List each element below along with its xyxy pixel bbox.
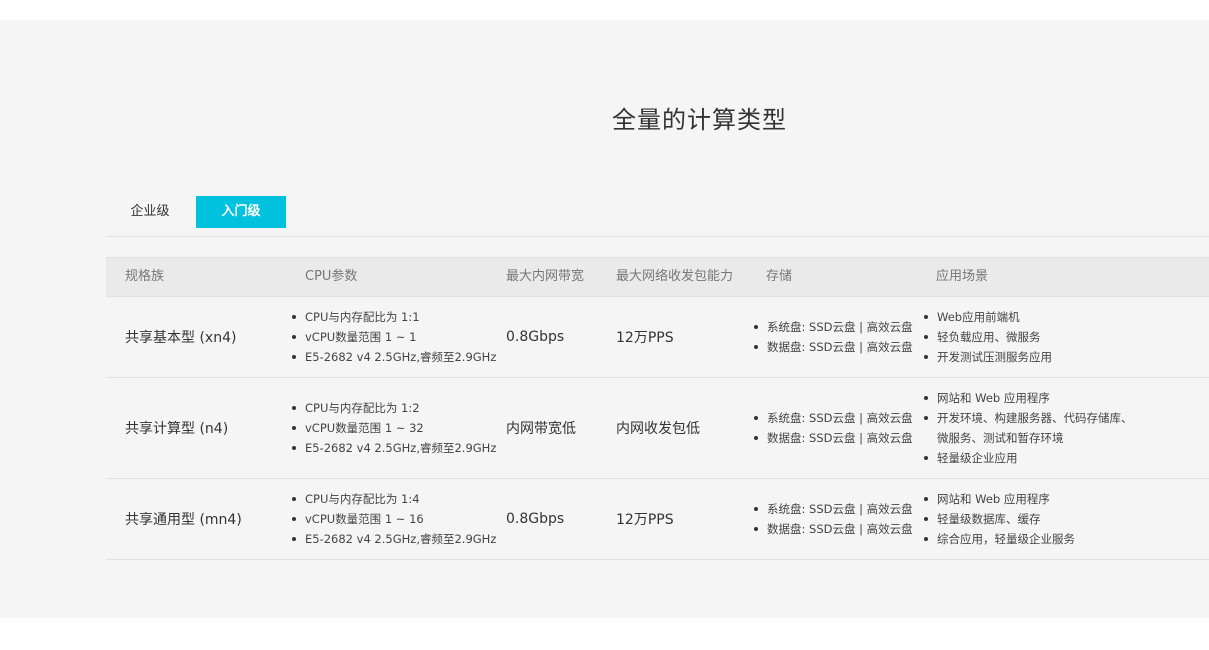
header-pps: 最大网络收发包能力: [616, 269, 734, 284]
list-item: 轻量级数据库、缓存: [922, 509, 1075, 529]
storage: 系统盘: SSD云盘 | 高效云盘 数据盘: SSD云盘 | 高效云盘: [752, 479, 913, 559]
list-item: 系统盘: SSD云盘 | 高效云盘: [752, 408, 913, 428]
header-cpu: CPU参数: [305, 269, 358, 284]
list-item: 系统盘: SSD云盘 | 高效云盘: [752, 317, 913, 337]
family-name: 共享计算型 (n4): [125, 421, 229, 437]
cpu-params: CPU与内存配比为 1:1 vCPU数量范围 1 ~ 1 E5-2682 v4 …: [290, 297, 496, 377]
list-item: 轻负载应用、微服务: [922, 327, 1052, 347]
list-item: Web应用前端机: [922, 307, 1052, 327]
storage: 系统盘: SSD云盘 | 高效云盘 数据盘: SSD云盘 | 高效云盘: [752, 297, 913, 377]
cpu-params: CPU与内存配比为 1:4 vCPU数量范围 1 ~ 16 E5-2682 v4…: [290, 479, 496, 559]
list-item: vCPU数量范围 1 ~ 32: [290, 418, 496, 438]
scenarios: Web应用前端机 轻负载应用、微服务 开发测试压测服务应用: [922, 297, 1052, 377]
list-item: 轻量级企业应用: [922, 448, 1133, 468]
list-item: 开发测试压测服务应用: [922, 347, 1052, 367]
header-bandwidth: 最大内网带宽: [506, 269, 585, 284]
max-pps: 12万PPS: [616, 512, 674, 528]
list-item: E5-2682 v4 2.5GHz,睿频至2.9GHz: [290, 529, 496, 549]
list-item: 开发环境、构建服务器、代码存储库、 微服务、测试和暂存环境: [922, 408, 1133, 448]
table-header: 规格族 CPU参数 最大内网带宽 最大网络收发包能力 存储 应用场景: [106, 257, 1209, 297]
section-title: 全量的计算类型: [612, 106, 787, 134]
family-name: 共享基本型 (xn4): [125, 330, 237, 346]
header-storage: 存储: [766, 269, 793, 284]
list-item: E5-2682 v4 2.5GHz,睿频至2.9GHz: [290, 347, 496, 367]
table-row: 共享计算型 (n4) CPU与内存配比为 1:2 vCPU数量范围 1 ~ 32…: [106, 378, 1209, 479]
max-bandwidth: 内网带宽低: [506, 421, 576, 437]
list-item: E5-2682 v4 2.5GHz,睿频至2.9GHz: [290, 438, 496, 458]
list-item: CPU与内存配比为 1:1: [290, 307, 496, 327]
header-family: 规格族: [125, 269, 165, 284]
list-item: vCPU数量范围 1 ~ 1: [290, 327, 496, 347]
scenarios: 网站和 Web 应用程序 轻量级数据库、缓存 综合应用，轻量级企业服务: [922, 479, 1075, 559]
table-row: 共享通用型 (mn4) CPU与内存配比为 1:4 vCPU数量范围 1 ~ 1…: [106, 479, 1209, 560]
list-item: CPU与内存配比为 1:2: [290, 398, 496, 418]
family-name: 共享通用型 (mn4): [125, 512, 242, 528]
max-pps: 12万PPS: [616, 330, 674, 346]
list-item: 系统盘: SSD云盘 | 高效云盘: [752, 499, 913, 519]
list-item: 数据盘: SSD云盘 | 高效云盘: [752, 519, 913, 539]
tab-entry-level[interactable]: 入门级: [196, 196, 286, 228]
max-bandwidth: 0.8Gbps: [506, 511, 565, 527]
list-item: vCPU数量范围 1 ~ 16: [290, 509, 496, 529]
list-item: 综合应用，轻量级企业服务: [922, 529, 1075, 549]
list-item: CPU与内存配比为 1:4: [290, 489, 496, 509]
storage: 系统盘: SSD云盘 | 高效云盘 数据盘: SSD云盘 | 高效云盘: [752, 378, 913, 478]
list-item: 网站和 Web 应用程序: [922, 388, 1133, 408]
cpu-params: CPU与内存配比为 1:2 vCPU数量范围 1 ~ 32 E5-2682 v4…: [290, 378, 496, 478]
list-item-line: 微服务、测试和暂存环境: [937, 431, 1064, 445]
max-pps: 内网收发包低: [616, 421, 700, 437]
list-item-line: 开发环境、构建服务器、代码存储库、: [937, 411, 1133, 425]
list-item: 数据盘: SSD云盘 | 高效云盘: [752, 428, 913, 448]
list-item: 数据盘: SSD云盘 | 高效云盘: [752, 337, 913, 357]
tab-enterprise[interactable]: 企业级: [106, 196, 194, 228]
scenarios: 网站和 Web 应用程序 开发环境、构建服务器、代码存储库、 微服务、测试和暂存环…: [922, 378, 1133, 478]
header-scenarios: 应用场景: [936, 269, 989, 284]
instance-family-table: 规格族 CPU参数 最大内网带宽 最大网络收发包能力 存储 应用场景 共享基本型…: [106, 257, 1209, 560]
list-item: 网站和 Web 应用程序: [922, 489, 1075, 509]
table-row: 共享基本型 (xn4) CPU与内存配比为 1:1 vCPU数量范围 1 ~ 1…: [106, 297, 1209, 378]
level-tabs: 企业级 入门级: [106, 196, 1209, 237]
max-bandwidth: 0.8Gbps: [506, 329, 565, 345]
